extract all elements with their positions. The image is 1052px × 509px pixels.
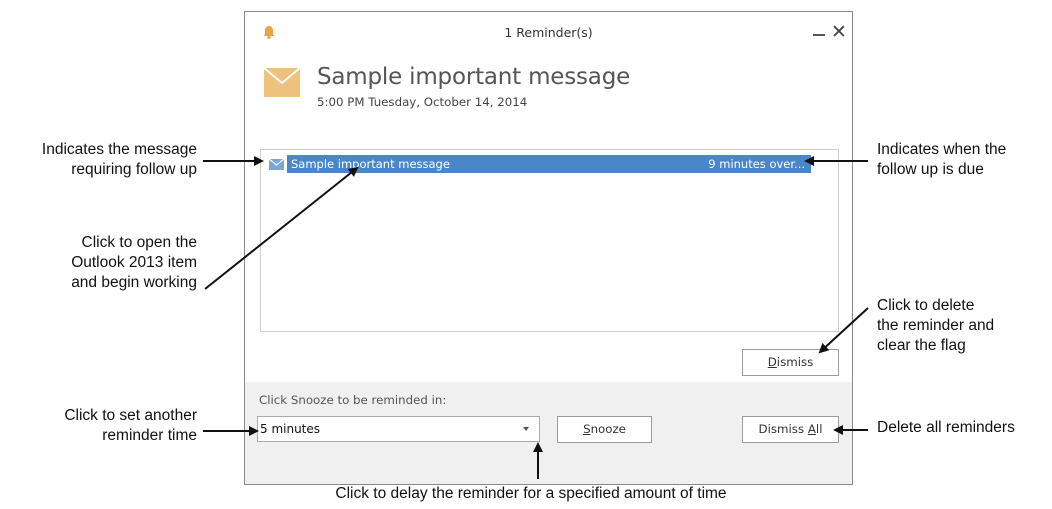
callout-delete-all: Delete all reminders — [877, 418, 1015, 438]
callout-line: requiring follow up — [71, 161, 197, 178]
dismiss-accel: D — [767, 355, 777, 369]
envelope-icon — [264, 68, 300, 97]
callout-line: follow up is due — [877, 161, 984, 178]
envelope-icon — [269, 159, 284, 170]
reminder-subject: Sample important message — [317, 64, 631, 90]
reminder-window: 1 Reminder(s) ✕ Sample important message… — [244, 11, 853, 485]
callout-line: Click to delay the reminder for a specif… — [335, 485, 727, 502]
snooze-accel: S — [583, 422, 591, 436]
dismiss-all-pre: Dismiss — [758, 422, 808, 436]
callout-line: Outlook 2013 item — [71, 254, 197, 271]
close-icon: ✕ — [831, 21, 847, 43]
chevron-down-icon[interactable] — [523, 427, 529, 431]
callout-line: Click to set another — [64, 407, 197, 424]
minimize-icon — [813, 34, 825, 36]
dismiss-button[interactable]: Dismiss — [742, 349, 839, 376]
dismiss-all-rest: ll — [815, 422, 823, 436]
dismiss-all-button[interactable]: Dismiss All — [742, 416, 839, 443]
window-title: 1 Reminder(s) — [504, 25, 593, 40]
reminder-due-date: 5:00 PM Tuesday, October 14, 2014 — [317, 95, 528, 109]
snooze-time-select[interactable]: 5 minutes — [257, 416, 540, 442]
callout-due-indicator: Indicates when the follow up is due — [877, 140, 1006, 180]
callout-line: the reminder and — [877, 317, 995, 334]
snooze-label-text: nooze — [590, 422, 626, 436]
dismiss-all-accel: A — [807, 422, 816, 436]
reminder-row[interactable]: Sample important message 9 minutes over.… — [269, 155, 811, 173]
callout-line: Delete all reminders — [877, 419, 1015, 436]
callout-message-indicator: Indicates the message requiring follow u… — [42, 140, 197, 180]
reminder-list[interactable]: Sample important message 9 minutes over.… — [260, 149, 839, 332]
dismiss-label: ismiss — [776, 355, 814, 369]
reminder-row-subject: Sample important message — [291, 157, 450, 171]
callout-line: reminder time — [102, 427, 197, 444]
callout-line: Indicates when the — [877, 141, 1007, 158]
snooze-panel: Click Snooze to be reminded in: 5 minute… — [245, 382, 852, 484]
callout-line: Click to delete — [877, 297, 975, 314]
close-button[interactable]: ✕ — [827, 20, 851, 44]
callout-line: and begin working — [71, 274, 197, 291]
callout-line: Indicates the message — [41, 141, 197, 158]
callout-line: clear the flag — [877, 337, 966, 354]
snooze-label: Click Snooze to be reminded in: — [259, 393, 447, 407]
callout-set-time: Click to set another reminder time — [64, 406, 197, 446]
snooze-button[interactable]: Snooze — [557, 416, 652, 443]
reminder-row-due: 9 minutes over... — [708, 157, 805, 171]
title-bar[interactable]: 1 Reminder(s) ✕ — [245, 12, 852, 52]
callout-line: Click to open the — [81, 234, 197, 251]
callout-delay: Click to delay the reminder for a specif… — [0, 484, 1052, 504]
snooze-time-value: 5 minutes — [260, 422, 321, 436]
callout-delete-reminder: Click to delete the reminder and clear t… — [877, 296, 994, 356]
callout-open-item: Click to open the Outlook 2013 item and … — [71, 233, 197, 293]
